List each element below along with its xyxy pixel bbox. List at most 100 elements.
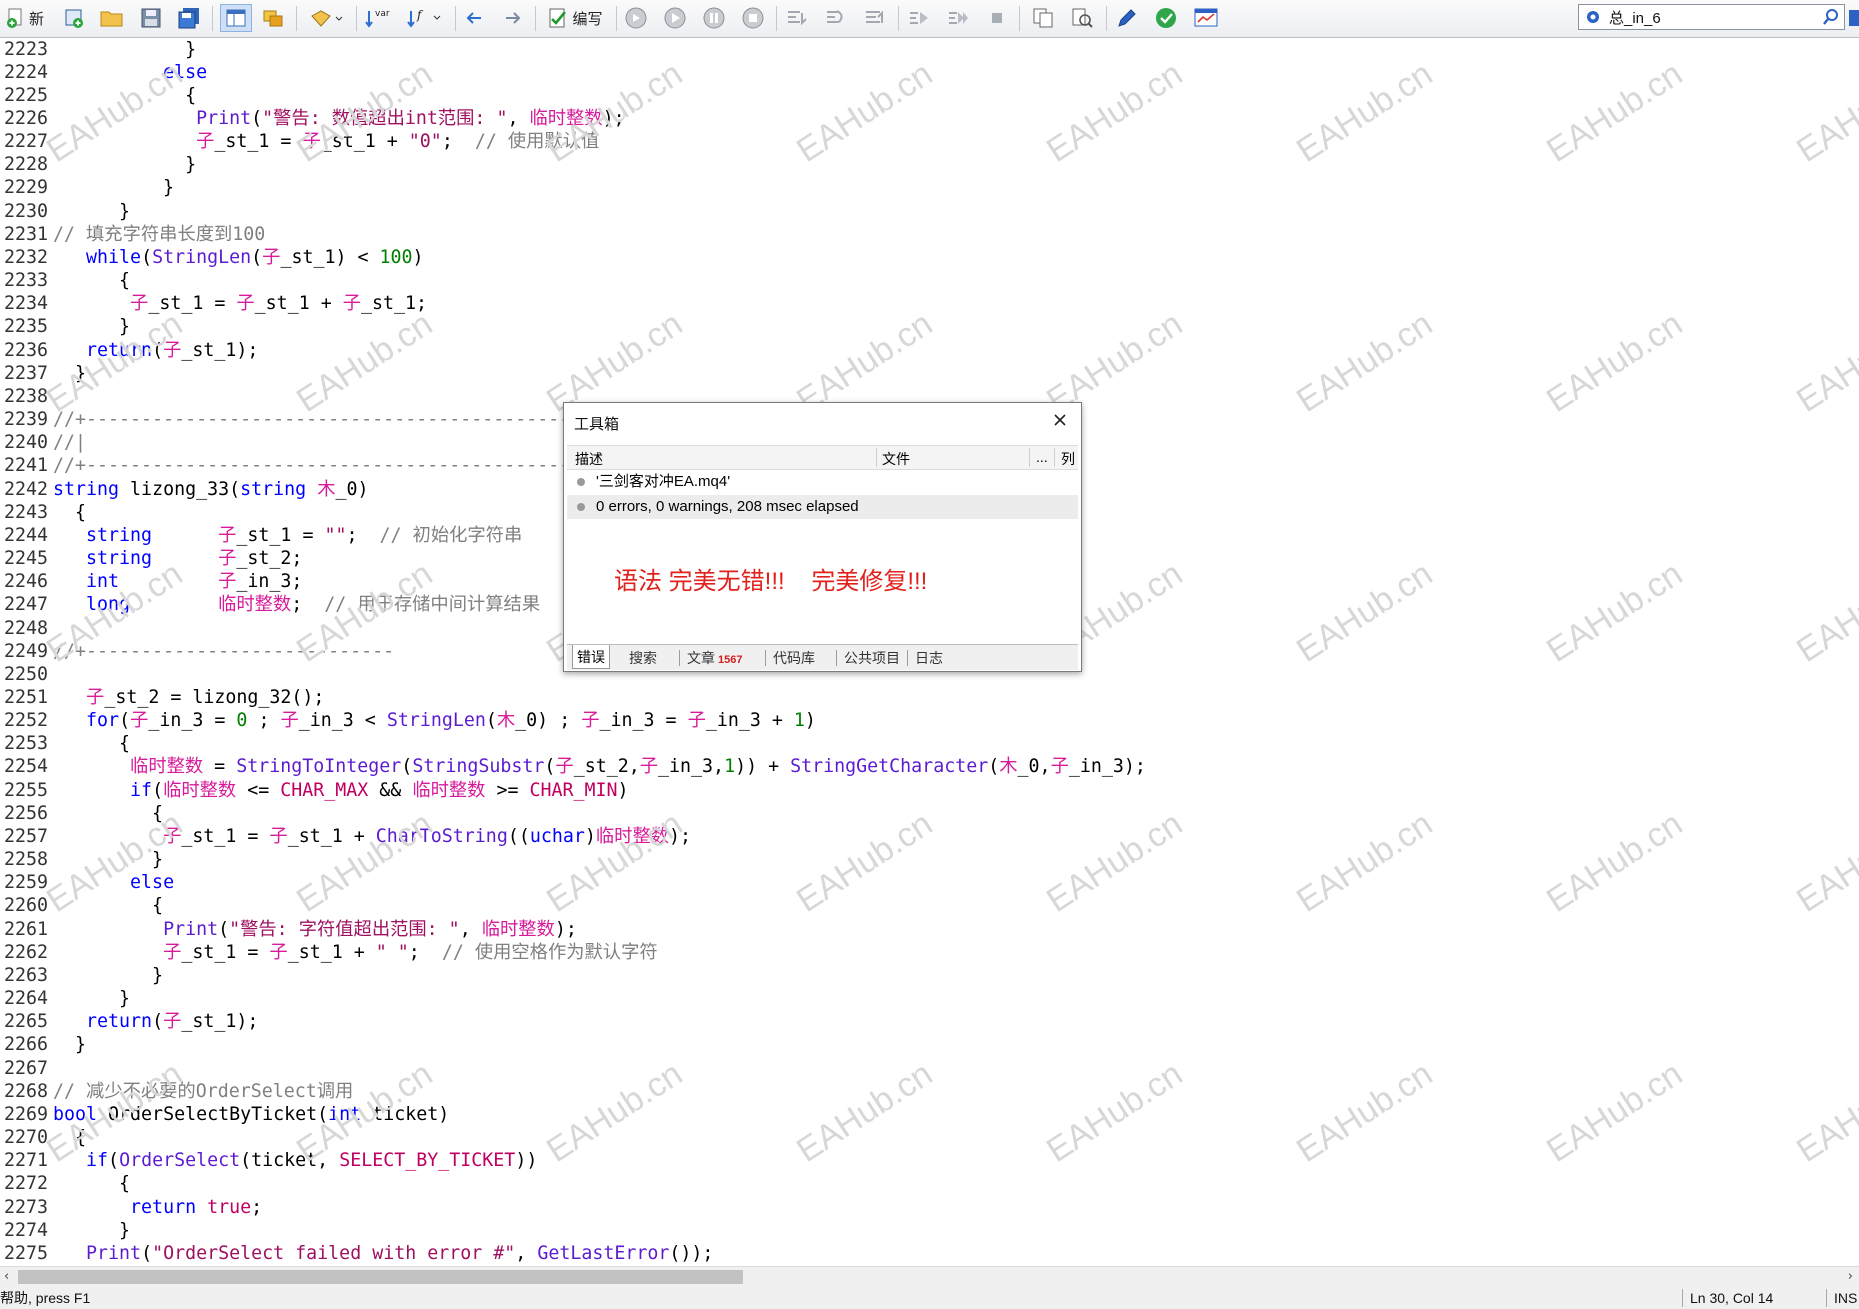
tester-play-icon	[910, 12, 928, 24]
back-button[interactable]	[461, 4, 487, 32]
scroll-right-icon[interactable]: ›	[1848, 1269, 1853, 1284]
tab-label: 搜索	[629, 650, 657, 666]
market-button[interactable]	[1113, 4, 1141, 32]
code-line[interactable]: 2223 }	[0, 38, 1859, 61]
line-number: 2244	[3, 524, 48, 546]
code-line[interactable]: 2234 子_st_1 = 子_st_1 + 子_st_1;	[0, 292, 1859, 315]
new-button[interactable]: 新	[2, 4, 48, 32]
code-line[interactable]: 2229 }	[0, 176, 1859, 199]
code-line[interactable]: 2274 }	[0, 1219, 1859, 1242]
code-line[interactable]: 2273 return true;	[0, 1196, 1859, 1219]
styles-dropdown[interactable]	[303, 4, 349, 32]
gear-icon[interactable]	[1583, 7, 1603, 27]
code-line[interactable]: 2251 子_st_2 = lizong_32();	[0, 686, 1859, 709]
code-line[interactable]: 2258 }	[0, 848, 1859, 871]
tab-journal[interactable]: 日志	[911, 648, 947, 668]
search-input-value[interactable]: 总_in_6	[1609, 7, 1661, 28]
message-row-selected[interactable]: 0 errors, 0 warnings, 208 msec elapsed	[567, 495, 1078, 519]
save-all-button[interactable]	[175, 4, 203, 32]
tab-codebase[interactable]: 代码库	[769, 648, 819, 668]
open-button[interactable]	[98, 4, 126, 32]
toolbox-close-button[interactable]	[1049, 409, 1071, 431]
tester-step-button[interactable]	[944, 4, 972, 32]
code-token: Print	[196, 107, 252, 129]
code-token: //+----------------------------	[53, 640, 395, 662]
pause-button[interactable]	[700, 4, 728, 32]
code-line[interactable]: 2265 return(子_st_1);	[0, 1010, 1859, 1033]
code-line[interactable]: 2255 if(临时整数 <= CHAR_MAX && 临时整数 >= CHAR…	[0, 779, 1859, 802]
debug-real-button[interactable]	[622, 4, 650, 32]
scroll-left-icon[interactable]: ‹	[4, 1269, 9, 1284]
tester-stop-button[interactable]	[985, 4, 1009, 32]
code-line[interactable]: 2271 if(OrderSelect(ticket, SELECT_BY_TI…	[0, 1149, 1859, 1172]
save-button[interactable]	[137, 4, 165, 32]
code-line[interactable]: 2266 }	[0, 1033, 1859, 1056]
step-out-button[interactable]	[861, 4, 889, 32]
scrollbar-thumb[interactable]	[18, 1270, 743, 1284]
column-col[interactable]: 列	[1061, 449, 1075, 469]
code-line[interactable]: 2269 bool OrderSelectByTicket(int ticket)	[0, 1103, 1859, 1126]
code-line[interactable]: 2231// 填充字符串长度到100	[0, 223, 1859, 246]
line-content: }	[53, 1219, 130, 1242]
code-line[interactable]: 2228 }	[0, 153, 1859, 176]
tab-public-projects[interactable]: 公共项目	[840, 648, 904, 668]
code-line[interactable]: 2262 子_st_1 = 子_st_1 + " "; // 使用空格作为默认字…	[0, 941, 1859, 964]
code-line[interactable]: 2261 Print("警告: 字符值超出范围: ", 临时整数);	[0, 918, 1859, 941]
signals-button[interactable]	[1152, 4, 1180, 32]
code-line[interactable]: 2225 {	[0, 84, 1859, 107]
code-line[interactable]: 2257 子_st_1 = 子_st_1 + CharToString((uch…	[0, 825, 1859, 848]
code-line[interactable]: 2235 }	[0, 315, 1859, 338]
code-line[interactable]: 2263 }	[0, 964, 1859, 987]
compile-button[interactable]: 编写	[542, 4, 608, 32]
code-line[interactable]: 2253 {	[0, 732, 1859, 755]
line-content: {	[53, 1126, 86, 1149]
message-row[interactable]: '三剑客对冲EA.mq4'	[567, 470, 1078, 494]
code-line[interactable]: 2268// 减少不必要的OrderSelect调用	[0, 1080, 1859, 1103]
step-over-button[interactable]	[822, 4, 850, 32]
code-line[interactable]: 2264 }	[0, 987, 1859, 1010]
copy-button[interactable]	[1029, 4, 1057, 32]
code-token: 子	[218, 524, 237, 546]
code-line[interactable]: 2227 子_st_1 = 子_st_1 + "0"; // 使用默认值	[0, 130, 1859, 153]
column-description[interactable]: 描述	[575, 449, 603, 469]
toolbox-toggle[interactable]	[259, 4, 287, 32]
code-line[interactable]: 2275 Print("OrderSelect failed with erro…	[0, 1242, 1859, 1265]
toolbar-overflow[interactable]	[1849, 4, 1859, 32]
search-field[interactable]: 总_in_6	[1578, 4, 1845, 30]
code-line[interactable]: 2254 临时整数 = StringToInteger(StringSubstr…	[0, 755, 1859, 778]
toolbox-column-header: 描述 文件 ... 列	[567, 445, 1078, 470]
column-file[interactable]: 文件	[882, 449, 910, 469]
code-line[interactable]: 2226 Print("警告: 数值超出int范围: ", 临时整数);	[0, 107, 1859, 130]
code-line[interactable]: 2233 {	[0, 269, 1859, 292]
insert-variable-button[interactable]: var	[362, 4, 392, 32]
search-icon[interactable]	[1822, 8, 1840, 26]
code-line[interactable]: 2252 for(子_in_3 = 0 ; 子_in_3 < StringLen…	[0, 709, 1859, 732]
tester-start-button[interactable]	[905, 4, 933, 32]
new-project-button[interactable]	[60, 4, 88, 32]
forward-button[interactable]	[500, 4, 526, 32]
code-line[interactable]: 2270 {	[0, 1126, 1859, 1149]
code-line[interactable]: 2237 }	[0, 362, 1859, 385]
code-line[interactable]: 2236 return(子_st_1);	[0, 339, 1859, 362]
code-line[interactable]: 2267	[0, 1057, 1859, 1080]
start-button[interactable]	[661, 4, 689, 32]
insert-function-dropdown[interactable]: f	[402, 4, 446, 32]
code-line[interactable]: 2260 {	[0, 894, 1859, 917]
code-line[interactable]: 2272 {	[0, 1172, 1859, 1195]
horizontal-scrollbar[interactable]: ‹ ›	[0, 1266, 1859, 1287]
print-preview-button[interactable]	[1068, 4, 1096, 32]
code-line[interactable]: 2230 }	[0, 200, 1859, 223]
code-line[interactable]: 2224 else	[0, 61, 1859, 84]
navigator-toggle[interactable]	[220, 4, 252, 32]
code-line[interactable]: 2259 else	[0, 871, 1859, 894]
code-line[interactable]: 2232 while(StringLen(子_st_1) < 100)	[0, 246, 1859, 269]
tab-search[interactable]: 搜索	[625, 648, 661, 668]
stop-button[interactable]	[739, 4, 767, 32]
line-number: 2270	[3, 1127, 48, 1149]
tab-articles[interactable]: 文章 1567	[683, 648, 746, 668]
code-line[interactable]: 2256 {	[0, 802, 1859, 825]
tab-errors[interactable]: 错误	[572, 645, 610, 669]
step-into-button[interactable]	[783, 4, 811, 32]
terminal-button[interactable]	[1191, 4, 1221, 32]
column-more[interactable]: ...	[1036, 449, 1048, 465]
